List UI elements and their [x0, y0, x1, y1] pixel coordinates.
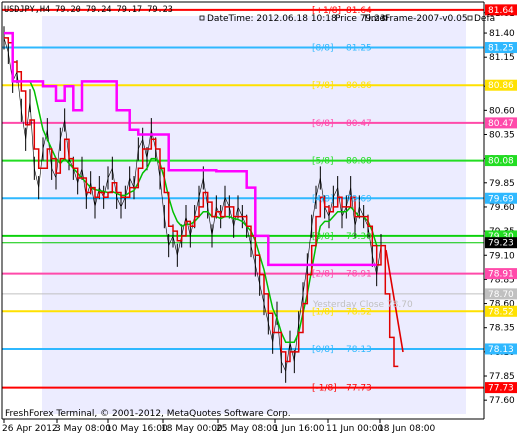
y-tick-label: 79.60	[489, 203, 515, 213]
murrey-level-label: [6/8]	[312, 119, 334, 129]
murrey-level-value: 79.30	[346, 232, 372, 242]
price-tag-label: 81.25	[488, 44, 514, 54]
murrey-level-label: [5/8]	[312, 157, 334, 167]
price-tag-label: 79.69	[488, 194, 514, 204]
price-tag-label: 79.23	[488, 239, 514, 249]
murrey-level-label: [7/8]	[312, 81, 334, 91]
murrey-level-value: 78.91	[346, 270, 372, 280]
murrey-level-label: [8/8]	[312, 44, 334, 54]
timeframe-info: DateTime: 2012.06.18 10:18 Price 79.23 T…	[199, 14, 495, 24]
x-tick-label: 1 Jun 16:00	[273, 424, 325, 434]
y-tick-label: 79.10	[489, 251, 515, 261]
timeframe-label: TimeFrame-2007-v0.05	[362, 14, 468, 24]
x-tick-label: 10 May 16:00	[106, 424, 168, 434]
symbol-header: USDJPY,H4 79.20 79.24 79.17 79.23	[4, 5, 173, 15]
x-tick-label: 3 May 08:00	[55, 424, 111, 434]
murrey-level-value: 80.47	[346, 119, 372, 129]
x-tick-label: 18 Jun 08:00	[378, 424, 435, 434]
x-tick-label: 25 May 08:00	[216, 424, 278, 434]
plot-range-band	[42, 16, 466, 414]
murrey-level-value: 80.08	[346, 157, 372, 167]
y-tick-label: 77.60	[489, 396, 515, 406]
y-tick-label: 80.35	[489, 130, 515, 140]
price-tag-label: 80.47	[488, 119, 514, 129]
price-tag-label: 80.86	[488, 81, 514, 91]
murrey-level-label: [-1/8]	[312, 384, 337, 394]
y-tick-label: 81.15	[489, 53, 515, 63]
y-tick-label: 77.85	[489, 372, 515, 382]
murrey-level-value: 79.69	[346, 194, 372, 204]
y-tick-label: 80.60	[489, 106, 515, 116]
price-tag-label: 78.91	[488, 270, 514, 280]
price-tag-label: 78.52	[488, 307, 514, 317]
yesterday-close-label: Yesterday Close 78.70	[312, 300, 413, 310]
x-tick-label: 11 Jun 00:00	[326, 424, 383, 434]
murrey-level-value: 77.73	[346, 384, 372, 394]
copyright-footer: FreshForex Terminal, © 2001-2012, MetaQu…	[5, 409, 291, 419]
price-tag-label: 80.08	[488, 157, 514, 167]
murrey-level-value: 81.25	[346, 44, 372, 54]
x-tick-label: 26 Apr 2012	[2, 424, 58, 434]
price-chart: [-1/8] 77.73[0/8] 78.13[1/8] 78.52[2/8] 78.9…	[0, 0, 519, 436]
y-tick-label: 78.35	[489, 324, 515, 334]
x-tick-label: 18 May 00:00	[161, 424, 223, 434]
price-tag-label: 78.70	[488, 290, 514, 300]
murrey-level-value: 78.13	[346, 345, 372, 355]
murrey-level-label: [4/8]	[312, 194, 334, 204]
defa-label: Defa	[474, 14, 495, 24]
y-tick-label: 81.40	[489, 29, 515, 39]
murrey-level-value: 80.86	[346, 81, 372, 91]
murrey-level-label: [0/8]	[312, 345, 334, 355]
murrey-level-label: [3/8]	[312, 232, 334, 242]
murrey-level-label: [2/8]	[312, 270, 334, 280]
datetime-label: DateTime: 2012.06.18 10:18	[207, 14, 337, 24]
y-tick-label: 79.85	[489, 179, 515, 189]
price-tag-label: 78.13	[488, 345, 514, 355]
price-tag-label: 77.73	[488, 384, 514, 394]
